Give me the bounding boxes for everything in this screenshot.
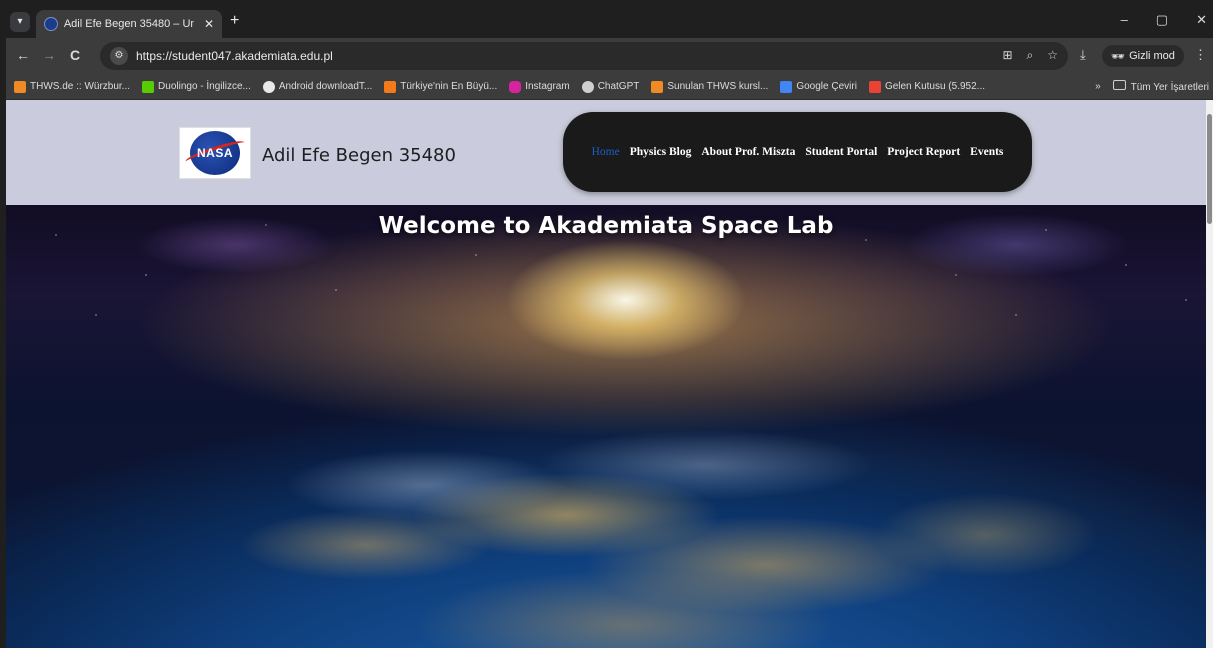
nasa-logo-icon: NASA bbox=[183, 131, 247, 175]
reload-button[interactable]: C bbox=[70, 47, 80, 63]
bookmark-label: Instagram bbox=[525, 81, 570, 92]
bookmark-item[interactable]: Gelen Kutusu (5.952... bbox=[868, 80, 986, 93]
site-header: NASA Adil Efe Begen 35480 Home Physics B… bbox=[6, 100, 1206, 205]
page-scrollbar[interactable] bbox=[1206, 100, 1213, 648]
bookmark-star-icon[interactable]: ☆ bbox=[1047, 48, 1058, 63]
tab-title: Adil Efe Begen 35480 – Unlock bbox=[63, 18, 194, 30]
bookmark-favicon-icon bbox=[509, 80, 522, 93]
nav-link-home[interactable]: Home bbox=[592, 146, 620, 158]
nav-link-about[interactable]: About Prof. Miszta bbox=[701, 146, 795, 158]
nav-link-student-portal[interactable]: Student Portal bbox=[805, 146, 877, 158]
browser-menu-icon[interactable]: ⋮ bbox=[1194, 47, 1207, 63]
site-name: Adil Efe Begen 35480 bbox=[262, 145, 456, 166]
bookmark-item[interactable]: Instagram bbox=[509, 80, 570, 93]
hero-earth-lights bbox=[6, 205, 1206, 648]
window-controls: – ▢ ✕ bbox=[1121, 12, 1207, 28]
nav-link-project-report[interactable]: Project Report bbox=[887, 146, 960, 158]
bookmark-label: Duolingo - İngilizce... bbox=[158, 81, 251, 92]
new-tab-button[interactable]: + bbox=[230, 12, 239, 30]
address-bar[interactable]: ⚙ https://student047.akademiata.edu.pl ⊞… bbox=[100, 42, 1068, 70]
tab-favicon-icon bbox=[44, 17, 58, 31]
more-bookmarks-button[interactable]: » bbox=[1095, 81, 1101, 92]
bookmarks-bar: THWS.de :: Würzbur... Duolingo - İngiliz… bbox=[6, 74, 1213, 100]
bookmark-favicon-icon bbox=[14, 80, 26, 93]
nasa-logo[interactable]: NASA bbox=[179, 127, 251, 179]
tab-search-button[interactable]: ▾ bbox=[10, 12, 30, 32]
bookmark-item[interactable]: Duolingo - İngilizce... bbox=[142, 80, 251, 93]
bookmark-favicon-icon bbox=[384, 80, 397, 93]
browser-window: ▾ Adil Efe Begen 35480 – Unlock ✕ + – ▢ … bbox=[0, 0, 1213, 648]
incognito-label: Gizli mod bbox=[1129, 50, 1175, 62]
tab-strip: ▾ Adil Efe Begen 35480 – Unlock ✕ + – ▢ … bbox=[6, 6, 1213, 38]
bookmark-item[interactable]: Google Çeviri bbox=[780, 80, 857, 93]
bookmark-label: Sunulan THWS kursl... bbox=[667, 81, 769, 92]
bookmark-item[interactable]: Türkiye'nin En Büyü... bbox=[384, 80, 498, 93]
nasa-logo-text: NASA bbox=[196, 146, 233, 160]
bookmarks-right: » Tüm Yer İşaretleri bbox=[1095, 80, 1209, 93]
zoom-icon[interactable]: ⌕ bbox=[1027, 48, 1034, 63]
browser-toolbar: ← → C ⚙ https://student047.akademiata.ed… bbox=[6, 38, 1213, 74]
hero-banner: Welcome to Akademiata Space Lab bbox=[6, 205, 1206, 648]
bookmark-item[interactable]: Android downloadT... bbox=[262, 80, 373, 93]
webpage: NASA Adil Efe Begen 35480 Home Physics B… bbox=[6, 100, 1206, 648]
main-nav: Home Physics Blog About Prof. Miszta Stu… bbox=[563, 112, 1032, 192]
bookmark-item[interactable]: ChatGPT bbox=[581, 80, 640, 93]
bookmark-favicon-icon bbox=[868, 80, 881, 93]
download-icon[interactable]: ⤓ bbox=[1080, 47, 1086, 63]
active-tab[interactable]: Adil Efe Begen 35480 – Unlock ✕ bbox=[36, 10, 222, 38]
bookmark-favicon-icon bbox=[780, 80, 793, 93]
bookmark-label: Türkiye'nin En Büyü... bbox=[400, 81, 498, 92]
bookmark-item[interactable]: Sunulan THWS kursl... bbox=[651, 80, 769, 93]
all-bookmarks-button[interactable]: Tüm Yer İşaretleri bbox=[1112, 80, 1209, 93]
scrollbar-thumb[interactable] bbox=[1207, 114, 1212, 224]
bookmark-favicon-icon bbox=[262, 80, 275, 93]
site-info-icon[interactable]: ⚙ bbox=[110, 47, 128, 65]
bookmark-favicon-icon bbox=[581, 80, 594, 93]
hero-title: Welcome to Akademiata Space Lab bbox=[378, 213, 834, 239]
incognito-button[interactable]: 🕶 Gizli mod bbox=[1102, 45, 1184, 67]
forward-button[interactable]: → bbox=[42, 47, 56, 63]
bookmark-label: Android downloadT... bbox=[278, 81, 373, 92]
bookmark-label: Google Çeviri bbox=[796, 81, 857, 92]
url-text[interactable]: https://student047.akademiata.edu.pl bbox=[136, 49, 333, 63]
translate-icon[interactable]: ⊞ bbox=[1002, 48, 1012, 63]
bookmark-label: ChatGPT bbox=[597, 81, 640, 92]
nav-link-physics-blog[interactable]: Physics Blog bbox=[630, 146, 692, 158]
minimize-button[interactable]: – bbox=[1121, 12, 1128, 28]
close-window-button[interactable]: ✕ bbox=[1196, 12, 1207, 28]
bookmark-item[interactable]: THWS.de :: Würzbur... bbox=[14, 80, 131, 93]
restore-button[interactable]: ▢ bbox=[1156, 12, 1168, 28]
bookmark-favicon-icon bbox=[651, 80, 664, 93]
nav-link-events[interactable]: Events bbox=[970, 146, 1003, 158]
bookmark-label: Gelen Kutusu (5.952... bbox=[884, 81, 986, 92]
tab-close-icon[interactable]: ✕ bbox=[204, 17, 214, 31]
folder-icon bbox=[1112, 80, 1126, 90]
back-button[interactable]: ← bbox=[16, 47, 30, 63]
bookmark-label: THWS.de :: Würzbur... bbox=[30, 81, 131, 92]
omnibox-actions: ⊞ ⌕ ☆ bbox=[1002, 48, 1058, 63]
bookmark-favicon-icon bbox=[142, 80, 155, 93]
all-bookmarks-label: Tüm Yer İşaretleri bbox=[1130, 82, 1209, 93]
incognito-icon: 🕶 bbox=[1111, 50, 1126, 63]
